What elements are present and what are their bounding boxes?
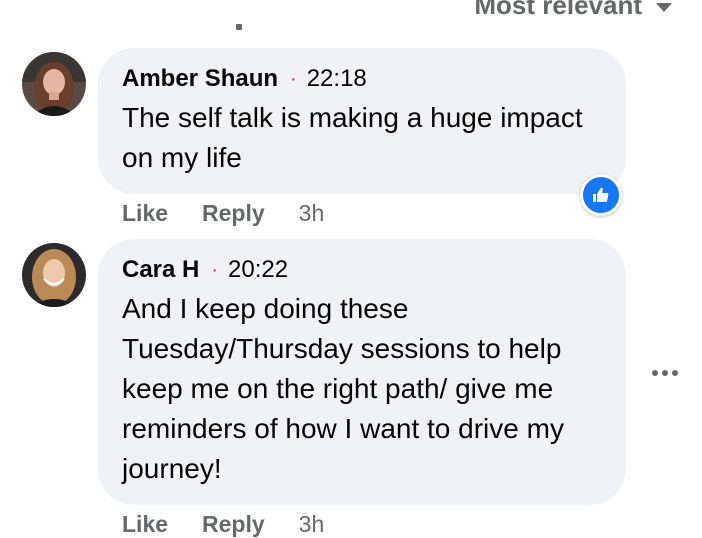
comment-actions: Like Reply 3h bbox=[122, 511, 324, 538]
avatar[interactable] bbox=[22, 243, 86, 307]
comment-author[interactable]: Cara H bbox=[122, 255, 199, 285]
like-button[interactable]: Like bbox=[122, 200, 168, 227]
avatar-image bbox=[22, 243, 86, 307]
comment-age[interactable]: 3h bbox=[299, 200, 325, 227]
clipped-previous-action bbox=[230, 18, 270, 32]
comment-time: 22:18 bbox=[306, 65, 367, 92]
comment-author[interactable]: Amber Shaun bbox=[122, 64, 278, 94]
comment-text: The self talk is making a huge impact on… bbox=[122, 102, 583, 173]
caret-down-icon bbox=[656, 3, 672, 12]
more-options-icon[interactable] bbox=[652, 370, 678, 376]
thumbs-up-icon[interactable] bbox=[580, 174, 622, 216]
reply-button[interactable]: Reply bbox=[202, 200, 265, 227]
like-button[interactable]: Like bbox=[122, 511, 168, 538]
reply-button[interactable]: Reply bbox=[202, 511, 265, 538]
comment-actions: Like Reply 3h bbox=[122, 200, 324, 227]
separator-dot: · bbox=[290, 68, 297, 90]
separator-dot: · bbox=[211, 259, 219, 281]
avatar[interactable] bbox=[22, 52, 86, 116]
sort-label: Most relevant bbox=[474, 0, 642, 20]
avatar-image bbox=[22, 52, 86, 116]
comment-bubble: Cara H · 20:22 And I keep doing these Tu… bbox=[98, 239, 626, 505]
comment-bubble: Amber Shaun · 22:18 The self talk is mak… bbox=[98, 48, 626, 194]
comment-age[interactable]: 3h bbox=[299, 511, 325, 538]
comment-time: 20:22 bbox=[228, 256, 289, 283]
sort-dropdown[interactable]: Most relevant bbox=[474, 0, 672, 21]
comment-text: And I keep doing these Tuesday/Thursday … bbox=[122, 293, 564, 484]
